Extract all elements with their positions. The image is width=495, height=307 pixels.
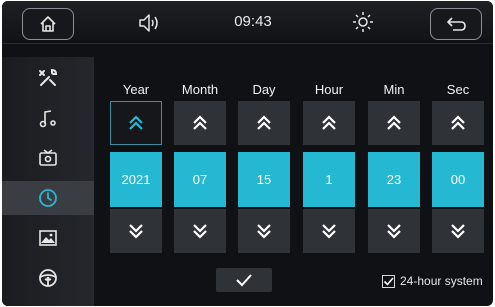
sec-value[interactable]: 00 — [432, 152, 484, 207]
month-decrement-button[interactable] — [174, 209, 226, 253]
chevron-double-up-icon — [322, 115, 336, 130]
month-value[interactable]: 07 — [174, 152, 226, 207]
hour-increment-button[interactable] — [303, 101, 355, 145]
chevron-double-down-icon — [129, 224, 143, 239]
clock-icon — [39, 189, 57, 207]
tools-icon — [39, 68, 58, 86]
chevron-double-up-icon — [451, 115, 465, 130]
sidebar-item-wallpaper[interactable] — [2, 221, 94, 255]
day-decrement-button[interactable] — [238, 209, 290, 253]
min-decrement-button[interactable] — [368, 209, 420, 253]
sec-decrement-button[interactable] — [432, 209, 484, 253]
day-label: Day — [252, 82, 276, 97]
chevron-double-up-icon — [387, 115, 401, 130]
home-button[interactable] — [22, 8, 74, 40]
hour-format-toggle[interactable]: 24-hour system — [382, 272, 493, 290]
steering-wheel-icon — [39, 269, 57, 287]
confirm-button[interactable] — [216, 268, 272, 292]
hour-decrement-button[interactable] — [303, 209, 355, 253]
brightness-icon[interactable] — [351, 9, 375, 33]
chevron-double-up-icon — [193, 115, 207, 130]
home-icon — [40, 16, 56, 32]
sidebar — [2, 57, 94, 306]
volume-icon[interactable] — [137, 11, 163, 35]
month-label: Month — [181, 82, 219, 97]
hour-label: Hour — [314, 82, 344, 97]
year-label: Year — [122, 82, 150, 97]
day-increment-button[interactable] — [238, 101, 290, 145]
hour-format-label: 24-hour system — [400, 274, 483, 288]
settings-screen: 09:43 Year Month Day Hour Min Sec 2021 0… — [2, 1, 493, 306]
chevron-double-up-icon — [129, 115, 143, 130]
checkmark-icon — [383, 276, 394, 286]
chevron-double-up-icon — [257, 115, 271, 130]
day-value[interactable]: 15 — [238, 152, 290, 207]
sidebar-item-tools[interactable] — [2, 61, 94, 95]
tv-settings-icon — [39, 149, 57, 166]
chevron-double-down-icon — [193, 224, 207, 239]
sec-increment-button[interactable] — [432, 101, 484, 145]
back-icon — [447, 17, 466, 31]
sidebar-item-audio[interactable] — [2, 101, 94, 135]
min-value[interactable]: 23 — [368, 152, 420, 207]
year-increment-button[interactable] — [110, 101, 162, 145]
image-icon — [39, 230, 57, 246]
chevron-double-down-icon — [387, 224, 401, 239]
top-bar: 09:43 — [2, 1, 493, 44]
chevron-double-down-icon — [322, 224, 336, 239]
hour-format-checkbox[interactable] — [382, 274, 395, 288]
checkmark-icon — [236, 274, 252, 287]
chevron-double-down-icon — [451, 224, 465, 239]
hour-value[interactable]: 1 — [303, 152, 355, 207]
sidebar-item-display[interactable] — [2, 141, 94, 175]
chevron-double-down-icon — [257, 224, 271, 239]
back-button[interactable] — [430, 8, 482, 40]
min-label: Min — [383, 82, 405, 97]
sec-label: Sec — [446, 82, 470, 97]
month-increment-button[interactable] — [174, 101, 226, 145]
sidebar-item-time[interactable] — [2, 181, 94, 215]
year-value[interactable]: 2021 — [110, 152, 162, 207]
music-settings-icon — [39, 110, 56, 128]
min-increment-button[interactable] — [368, 101, 420, 145]
sidebar-item-steering[interactable] — [2, 261, 94, 295]
year-decrement-button[interactable] — [110, 209, 162, 253]
clock-time: 09:43 — [234, 13, 272, 30]
